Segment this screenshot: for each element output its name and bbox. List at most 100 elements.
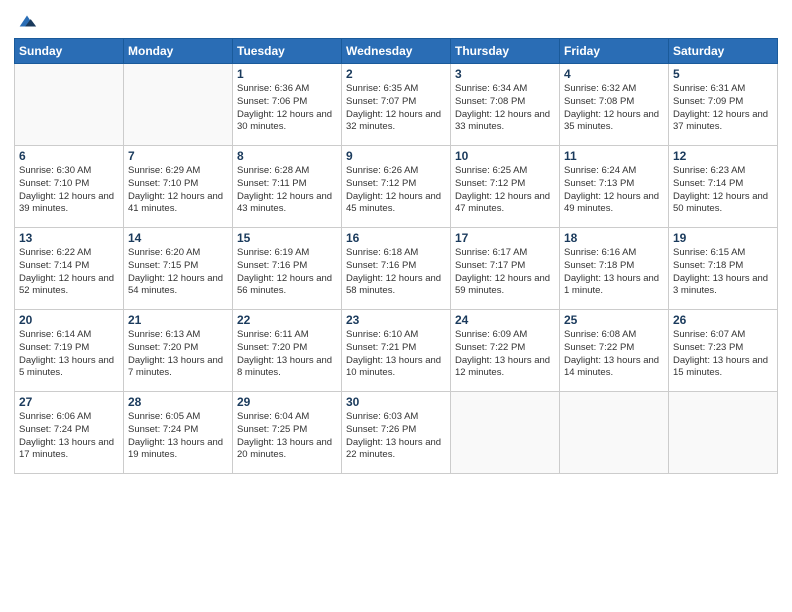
day-info: Sunrise: 6:05 AM Sunset: 7:24 PM Dayligh…: [128, 411, 228, 462]
day-cell: 22 Sunrise: 6:11 AM Sunset: 7:20 PM Dayli…: [233, 310, 342, 392]
day-number: 5: [673, 67, 773, 81]
day-number: 17: [455, 231, 555, 245]
day-number: 18: [564, 231, 664, 245]
day-info: Sunrise: 6:20 AM Sunset: 7:15 PM Dayligh…: [128, 247, 228, 298]
day-number: 29: [237, 395, 337, 409]
day-cell: 11 Sunrise: 6:24 AM Sunset: 7:13 PM Dayli…: [560, 146, 669, 228]
day-number: 4: [564, 67, 664, 81]
day-number: 7: [128, 149, 228, 163]
logo-icon: [16, 10, 38, 32]
day-number: 13: [19, 231, 119, 245]
day-cell: 29 Sunrise: 6:04 AM Sunset: 7:25 PM Dayli…: [233, 392, 342, 474]
day-cell: 1Sunrise: 6:36 AM Sunset: 7:06 PM Daylig…: [233, 64, 342, 146]
day-cell: 15Sunrise: 6:19 AM Sunset: 7:16 PM Dayli…: [233, 228, 342, 310]
day-cell: 5 Sunrise: 6:31 AM Sunset: 7:09 PM Daylig…: [669, 64, 778, 146]
day-number: 3: [455, 67, 555, 81]
day-info: Sunrise: 6:17 AM Sunset: 7:17 PM Dayligh…: [455, 247, 555, 298]
day-number: 8: [237, 149, 337, 163]
weekday-friday: Friday: [560, 39, 669, 64]
day-cell: 13 Sunrise: 6:22 AM Sunset: 7:14 PM Dayli…: [15, 228, 124, 310]
day-info: Sunrise: 6:34 AM Sunset: 7:08 PM Dayligh…: [455, 83, 555, 134]
week-row-3: 13 Sunrise: 6:22 AM Sunset: 7:14 PM Dayli…: [15, 228, 778, 310]
day-number: 9: [346, 149, 446, 163]
day-cell: [124, 64, 233, 146]
day-info: Sunrise: 6:07 AM Sunset: 7:23 PM Dayligh…: [673, 329, 773, 380]
day-info: Sunrise: 6:25 AM Sunset: 7:12 PM Dayligh…: [455, 165, 555, 216]
day-info: Sunrise: 6:11 AM Sunset: 7:20 PM Dayligh…: [237, 329, 337, 380]
day-cell: 14Sunrise: 6:20 AM Sunset: 7:15 PM Dayli…: [124, 228, 233, 310]
day-cell: 20 Sunrise: 6:14 AM Sunset: 7:19 PM Dayli…: [15, 310, 124, 392]
week-row-4: 20 Sunrise: 6:14 AM Sunset: 7:19 PM Dayli…: [15, 310, 778, 392]
day-info: Sunrise: 6:36 AM Sunset: 7:06 PM Dayligh…: [237, 83, 337, 134]
day-cell: 12 Sunrise: 6:23 AM Sunset: 7:14 PM Dayli…: [669, 146, 778, 228]
day-info: Sunrise: 6:06 AM Sunset: 7:24 PM Dayligh…: [19, 411, 119, 462]
weekday-wednesday: Wednesday: [342, 39, 451, 64]
day-cell: 26 Sunrise: 6:07 AM Sunset: 7:23 PM Dayli…: [669, 310, 778, 392]
day-number: 16: [346, 231, 446, 245]
day-info: Sunrise: 6:23 AM Sunset: 7:14 PM Dayligh…: [673, 165, 773, 216]
week-row-2: 6 Sunrise: 6:30 AM Sunset: 7:10 PM Daylig…: [15, 146, 778, 228]
day-info: Sunrise: 6:22 AM Sunset: 7:14 PM Dayligh…: [19, 247, 119, 298]
day-info: Sunrise: 6:28 AM Sunset: 7:11 PM Dayligh…: [237, 165, 337, 216]
day-number: 22: [237, 313, 337, 327]
day-cell: 28 Sunrise: 6:05 AM Sunset: 7:24 PM Dayli…: [124, 392, 233, 474]
day-info: Sunrise: 6:15 AM Sunset: 7:18 PM Dayligh…: [673, 247, 773, 298]
weekday-thursday: Thursday: [451, 39, 560, 64]
day-info: Sunrise: 6:29 AM Sunset: 7:10 PM Dayligh…: [128, 165, 228, 216]
weekday-sunday: Sunday: [15, 39, 124, 64]
day-info: Sunrise: 6:09 AM Sunset: 7:22 PM Dayligh…: [455, 329, 555, 380]
day-cell: 8 Sunrise: 6:28 AM Sunset: 7:11 PM Daylig…: [233, 146, 342, 228]
day-cell: 3 Sunrise: 6:34 AM Sunset: 7:08 PM Daylig…: [451, 64, 560, 146]
day-number: 26: [673, 313, 773, 327]
day-number: 24: [455, 313, 555, 327]
day-cell: 4 Sunrise: 6:32 AM Sunset: 7:08 PM Daylig…: [560, 64, 669, 146]
day-info: Sunrise: 6:10 AM Sunset: 7:21 PM Dayligh…: [346, 329, 446, 380]
day-cell: 30 Sunrise: 6:03 AM Sunset: 7:26 PM Dayli…: [342, 392, 451, 474]
header: [14, 10, 778, 32]
day-number: 30: [346, 395, 446, 409]
day-info: Sunrise: 6:18 AM Sunset: 7:16 PM Dayligh…: [346, 247, 446, 298]
day-info: Sunrise: 6:03 AM Sunset: 7:26 PM Dayligh…: [346, 411, 446, 462]
logo: [14, 10, 38, 32]
day-info: Sunrise: 6:14 AM Sunset: 7:19 PM Dayligh…: [19, 329, 119, 380]
day-cell: 21Sunrise: 6:13 AM Sunset: 7:20 PM Dayli…: [124, 310, 233, 392]
day-info: Sunrise: 6:04 AM Sunset: 7:25 PM Dayligh…: [237, 411, 337, 462]
calendar: SundayMondayTuesdayWednesdayThursdayFrid…: [14, 38, 778, 474]
day-info: Sunrise: 6:08 AM Sunset: 7:22 PM Dayligh…: [564, 329, 664, 380]
day-info: Sunrise: 6:24 AM Sunset: 7:13 PM Dayligh…: [564, 165, 664, 216]
day-info: Sunrise: 6:30 AM Sunset: 7:10 PM Dayligh…: [19, 165, 119, 216]
day-number: 12: [673, 149, 773, 163]
day-number: 23: [346, 313, 446, 327]
day-cell: 16 Sunrise: 6:18 AM Sunset: 7:16 PM Dayli…: [342, 228, 451, 310]
page: SundayMondayTuesdayWednesdayThursdayFrid…: [0, 0, 792, 612]
week-row-5: 27 Sunrise: 6:06 AM Sunset: 7:24 PM Dayli…: [15, 392, 778, 474]
weekday-tuesday: Tuesday: [233, 39, 342, 64]
week-row-1: 1Sunrise: 6:36 AM Sunset: 7:06 PM Daylig…: [15, 64, 778, 146]
day-info: Sunrise: 6:35 AM Sunset: 7:07 PM Dayligh…: [346, 83, 446, 134]
day-info: Sunrise: 6:16 AM Sunset: 7:18 PM Dayligh…: [564, 247, 664, 298]
day-cell: 9 Sunrise: 6:26 AM Sunset: 7:12 PM Daylig…: [342, 146, 451, 228]
day-cell: [15, 64, 124, 146]
day-cell: 17 Sunrise: 6:17 AM Sunset: 7:17 PM Dayli…: [451, 228, 560, 310]
day-cell: 23 Sunrise: 6:10 AM Sunset: 7:21 PM Dayli…: [342, 310, 451, 392]
day-cell: 10 Sunrise: 6:25 AM Sunset: 7:12 PM Dayli…: [451, 146, 560, 228]
day-number: 21: [128, 313, 228, 327]
day-number: 6: [19, 149, 119, 163]
day-cell: [560, 392, 669, 474]
day-number: 27: [19, 395, 119, 409]
day-number: 20: [19, 313, 119, 327]
weekday-monday: Monday: [124, 39, 233, 64]
weekday-saturday: Saturday: [669, 39, 778, 64]
day-info: Sunrise: 6:26 AM Sunset: 7:12 PM Dayligh…: [346, 165, 446, 216]
day-cell: [669, 392, 778, 474]
day-number: 2: [346, 67, 446, 81]
day-number: 11: [564, 149, 664, 163]
day-number: 28: [128, 395, 228, 409]
day-number: 10: [455, 149, 555, 163]
day-number: 19: [673, 231, 773, 245]
day-cell: 18 Sunrise: 6:16 AM Sunset: 7:18 PM Dayli…: [560, 228, 669, 310]
day-info: Sunrise: 6:19 AM Sunset: 7:16 PM Dayligh…: [237, 247, 337, 298]
day-cell: 27 Sunrise: 6:06 AM Sunset: 7:24 PM Dayli…: [15, 392, 124, 474]
day-info: Sunrise: 6:32 AM Sunset: 7:08 PM Dayligh…: [564, 83, 664, 134]
day-info: Sunrise: 6:31 AM Sunset: 7:09 PM Dayligh…: [673, 83, 773, 134]
